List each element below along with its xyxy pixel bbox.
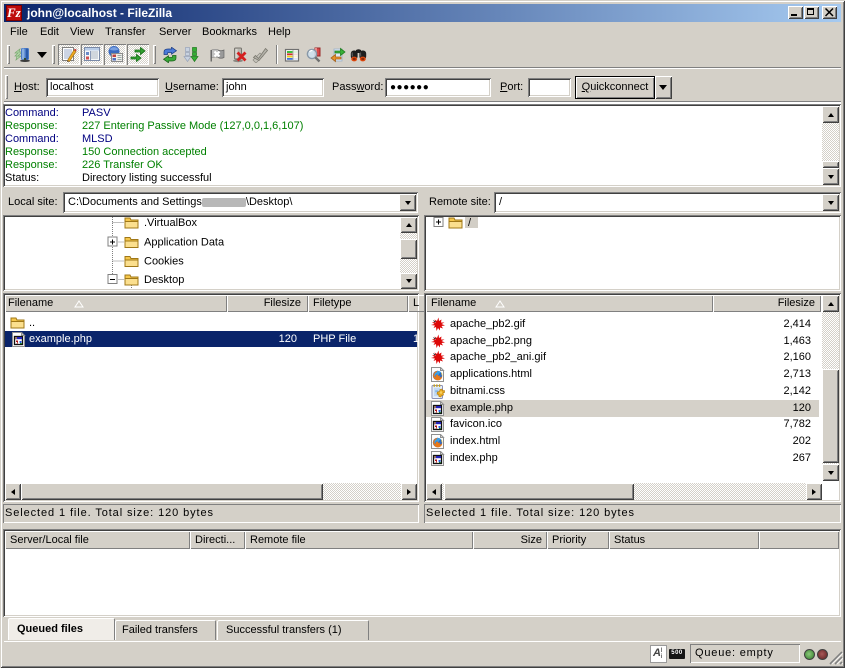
svg-text:.VirtualBox: .VirtualBox [144, 217, 197, 229]
svg-text:Application Data: Application Data [144, 237, 225, 249]
svg-text:Cookies: Cookies [144, 256, 184, 268]
svg-text:Desktop: Desktop [144, 274, 184, 286]
svg-text:Fz: Fz [6, 5, 22, 20]
